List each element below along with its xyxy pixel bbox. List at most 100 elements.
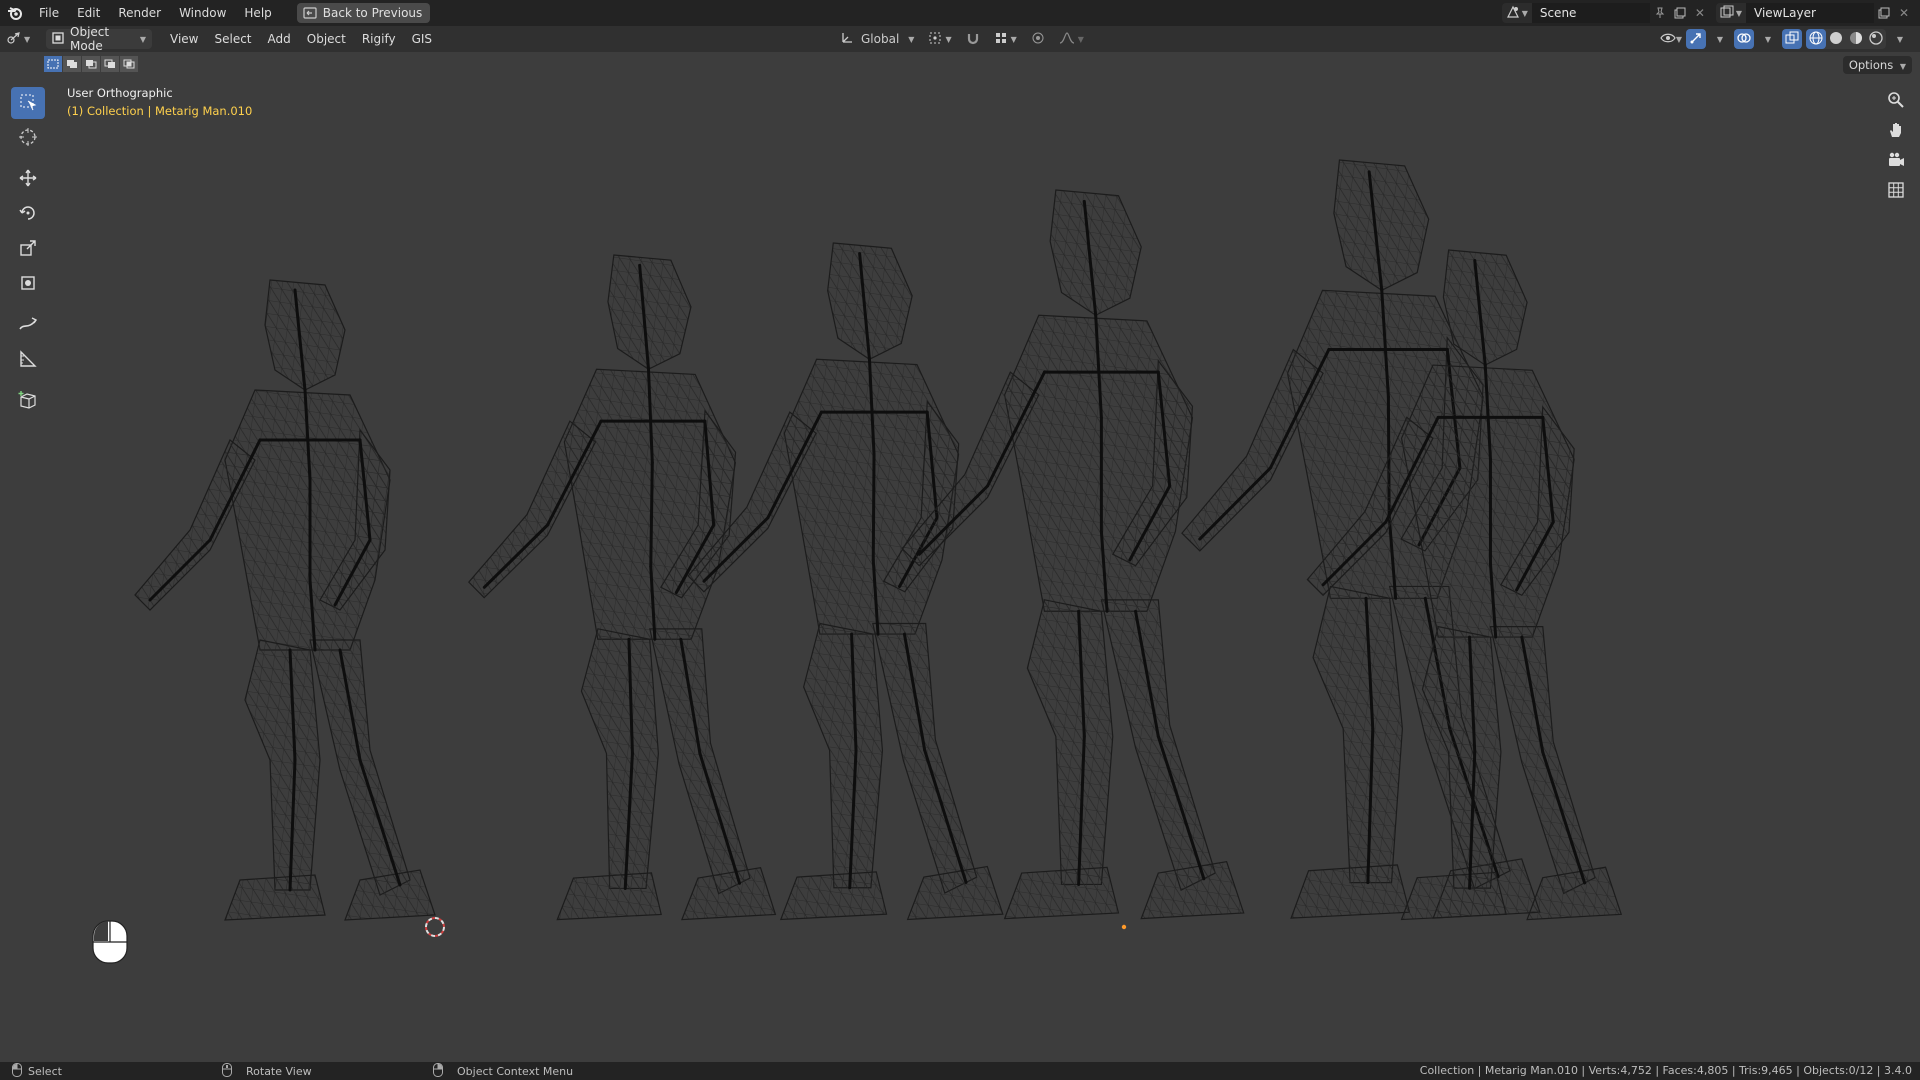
foot-mesh[interactable] xyxy=(344,869,436,921)
pivot-point-dropdown[interactable]: ▼ xyxy=(924,29,955,49)
head-mesh[interactable] xyxy=(1049,189,1142,316)
status-bar: Select Rotate View Object Context Menu C… xyxy=(0,1062,1920,1080)
pin-icon[interactable] xyxy=(1650,3,1670,23)
leg-mesh[interactable] xyxy=(244,639,321,891)
menu-file[interactable]: File xyxy=(30,0,68,26)
camera-view-button[interactable] xyxy=(1882,148,1910,174)
pan-button[interactable] xyxy=(1882,118,1910,144)
rendered-shading-button[interactable] xyxy=(1866,29,1886,49)
xray-toggle[interactable] xyxy=(1782,29,1802,49)
view-layer-browse-button[interactable]: ▼ xyxy=(1715,3,1746,23)
object-mode-dropdown[interactable]: Object Mode ▼ xyxy=(46,25,152,53)
menu-select[interactable]: Select xyxy=(206,26,259,52)
head-mesh[interactable] xyxy=(607,254,692,370)
move-tool[interactable] xyxy=(11,163,45,195)
gizmo-dropdown[interactable]: ▼ xyxy=(1710,29,1730,49)
scale-tool[interactable] xyxy=(11,233,45,265)
rotate-tool[interactable] xyxy=(11,198,45,230)
foot-mesh[interactable] xyxy=(556,872,662,921)
cursor-tool[interactable] xyxy=(11,122,45,154)
metarig-figure[interactable] xyxy=(134,279,436,921)
foot-mesh[interactable] xyxy=(680,867,777,921)
transform-tool[interactable] xyxy=(11,268,45,300)
scene-name-field[interactable]: Scene xyxy=(1531,3,1650,23)
metarig-figure[interactable] xyxy=(687,242,1004,921)
leg-mesh[interactable] xyxy=(1100,599,1216,892)
leg-mesh[interactable] xyxy=(1489,626,1596,895)
leg-mesh[interactable] xyxy=(1026,599,1114,886)
chevron-down-icon: ▼ xyxy=(1896,34,1904,44)
transform-orientation-dropdown[interactable]: Global ▼ xyxy=(836,29,918,49)
delete-scene-icon[interactable]: ✕ xyxy=(1690,3,1710,23)
3d-viewport[interactable]: Options ▼ User Orthographic (1) Collecti… xyxy=(0,52,1920,1062)
new-view-layer-icon[interactable] xyxy=(1874,3,1894,23)
select-extend-icon[interactable] xyxy=(63,56,81,72)
rendered-sphere-icon xyxy=(1869,30,1883,48)
tool-shelf xyxy=(11,87,45,420)
editor-type-selector[interactable]: ▼ xyxy=(6,29,46,49)
leg-mesh[interactable] xyxy=(580,628,659,890)
menu-view[interactable]: View xyxy=(162,26,206,52)
3d-cursor-icon[interactable] xyxy=(425,917,445,937)
proportional-edit-toggle[interactable] xyxy=(1027,29,1049,49)
foot-mesh[interactable] xyxy=(1526,866,1623,921)
new-scene-icon[interactable] xyxy=(1670,3,1690,23)
menu-render[interactable]: Render xyxy=(109,0,170,26)
menu-rigify[interactable]: Rigify xyxy=(354,26,404,52)
menu-object[interactable]: Object xyxy=(299,26,354,52)
wireframe-shading-button[interactable] xyxy=(1806,29,1826,49)
scene-browse-button[interactable]: ▼ xyxy=(1501,3,1532,23)
select-subtract-icon[interactable] xyxy=(82,56,100,72)
foot-mesh[interactable] xyxy=(1400,871,1507,921)
camera-icon xyxy=(1887,151,1905,172)
add-cube-tool[interactable] xyxy=(11,385,45,417)
leg-mesh[interactable] xyxy=(649,628,751,895)
snap-toggle[interactable] xyxy=(962,29,984,49)
overlays-toggle[interactable] xyxy=(1734,29,1754,49)
metarig-figure[interactable] xyxy=(467,254,777,921)
select-new-icon[interactable] xyxy=(44,56,62,72)
leg-mesh[interactable] xyxy=(309,639,411,896)
menu-edit[interactable]: Edit xyxy=(68,0,109,26)
menu-gis[interactable]: GIS xyxy=(404,26,440,52)
head-mesh[interactable] xyxy=(827,242,913,360)
foot-mesh[interactable] xyxy=(1290,864,1411,919)
leg-mesh[interactable] xyxy=(803,622,884,889)
foot-mesh[interactable] xyxy=(1140,861,1245,920)
shading-dropdown[interactable]: ▼ xyxy=(1890,29,1910,49)
foot-mesh[interactable] xyxy=(906,865,1004,921)
leg-mesh[interactable] xyxy=(1312,585,1403,884)
zoom-button[interactable] xyxy=(1882,88,1910,114)
menu-add[interactable]: Add xyxy=(260,26,299,52)
bone xyxy=(871,452,876,562)
head-mesh[interactable] xyxy=(1333,159,1430,291)
leg-mesh[interactable] xyxy=(872,622,978,894)
chevron-down-icon: ▼ xyxy=(1675,34,1682,44)
foot-mesh[interactable] xyxy=(1003,866,1120,920)
wireframe-scene[interactable] xyxy=(0,52,1920,1062)
foot-mesh[interactable] xyxy=(224,874,326,921)
menu-window[interactable]: Window xyxy=(170,0,235,26)
blender-logo-icon[interactable] xyxy=(0,0,30,26)
head-mesh[interactable] xyxy=(264,279,346,391)
proportional-falloff-dropdown[interactable]: ▼ xyxy=(1055,29,1088,49)
delete-view-layer-icon[interactable]: ✕ xyxy=(1894,3,1914,23)
options-dropdown[interactable]: Options ▼ xyxy=(1842,56,1912,74)
annotate-tool[interactable] xyxy=(11,309,45,341)
snap-target-dropdown[interactable]: ▼ xyxy=(990,29,1021,49)
select-difference-icon[interactable] xyxy=(101,56,119,72)
solid-shading-button[interactable] xyxy=(1826,29,1846,49)
measure-tool[interactable] xyxy=(11,344,45,376)
material-shading-button[interactable] xyxy=(1846,29,1866,49)
foot-mesh[interactable] xyxy=(779,871,888,921)
select-box-tool[interactable] xyxy=(11,87,45,119)
ortho-toggle-button[interactable] xyxy=(1882,178,1910,204)
visibility-dropdown[interactable]: ▼ xyxy=(1660,29,1682,49)
menu-help[interactable]: Help xyxy=(235,0,280,26)
gizmo-toggle[interactable] xyxy=(1686,29,1706,49)
select-intersect-icon[interactable] xyxy=(120,56,138,72)
view-layer-name-field[interactable]: ViewLayer xyxy=(1746,3,1874,23)
back-to-previous-button[interactable]: Back to Previous xyxy=(296,3,431,23)
overlays-dropdown[interactable]: ▼ xyxy=(1758,29,1778,49)
mouse-indicator-icon xyxy=(92,920,128,967)
